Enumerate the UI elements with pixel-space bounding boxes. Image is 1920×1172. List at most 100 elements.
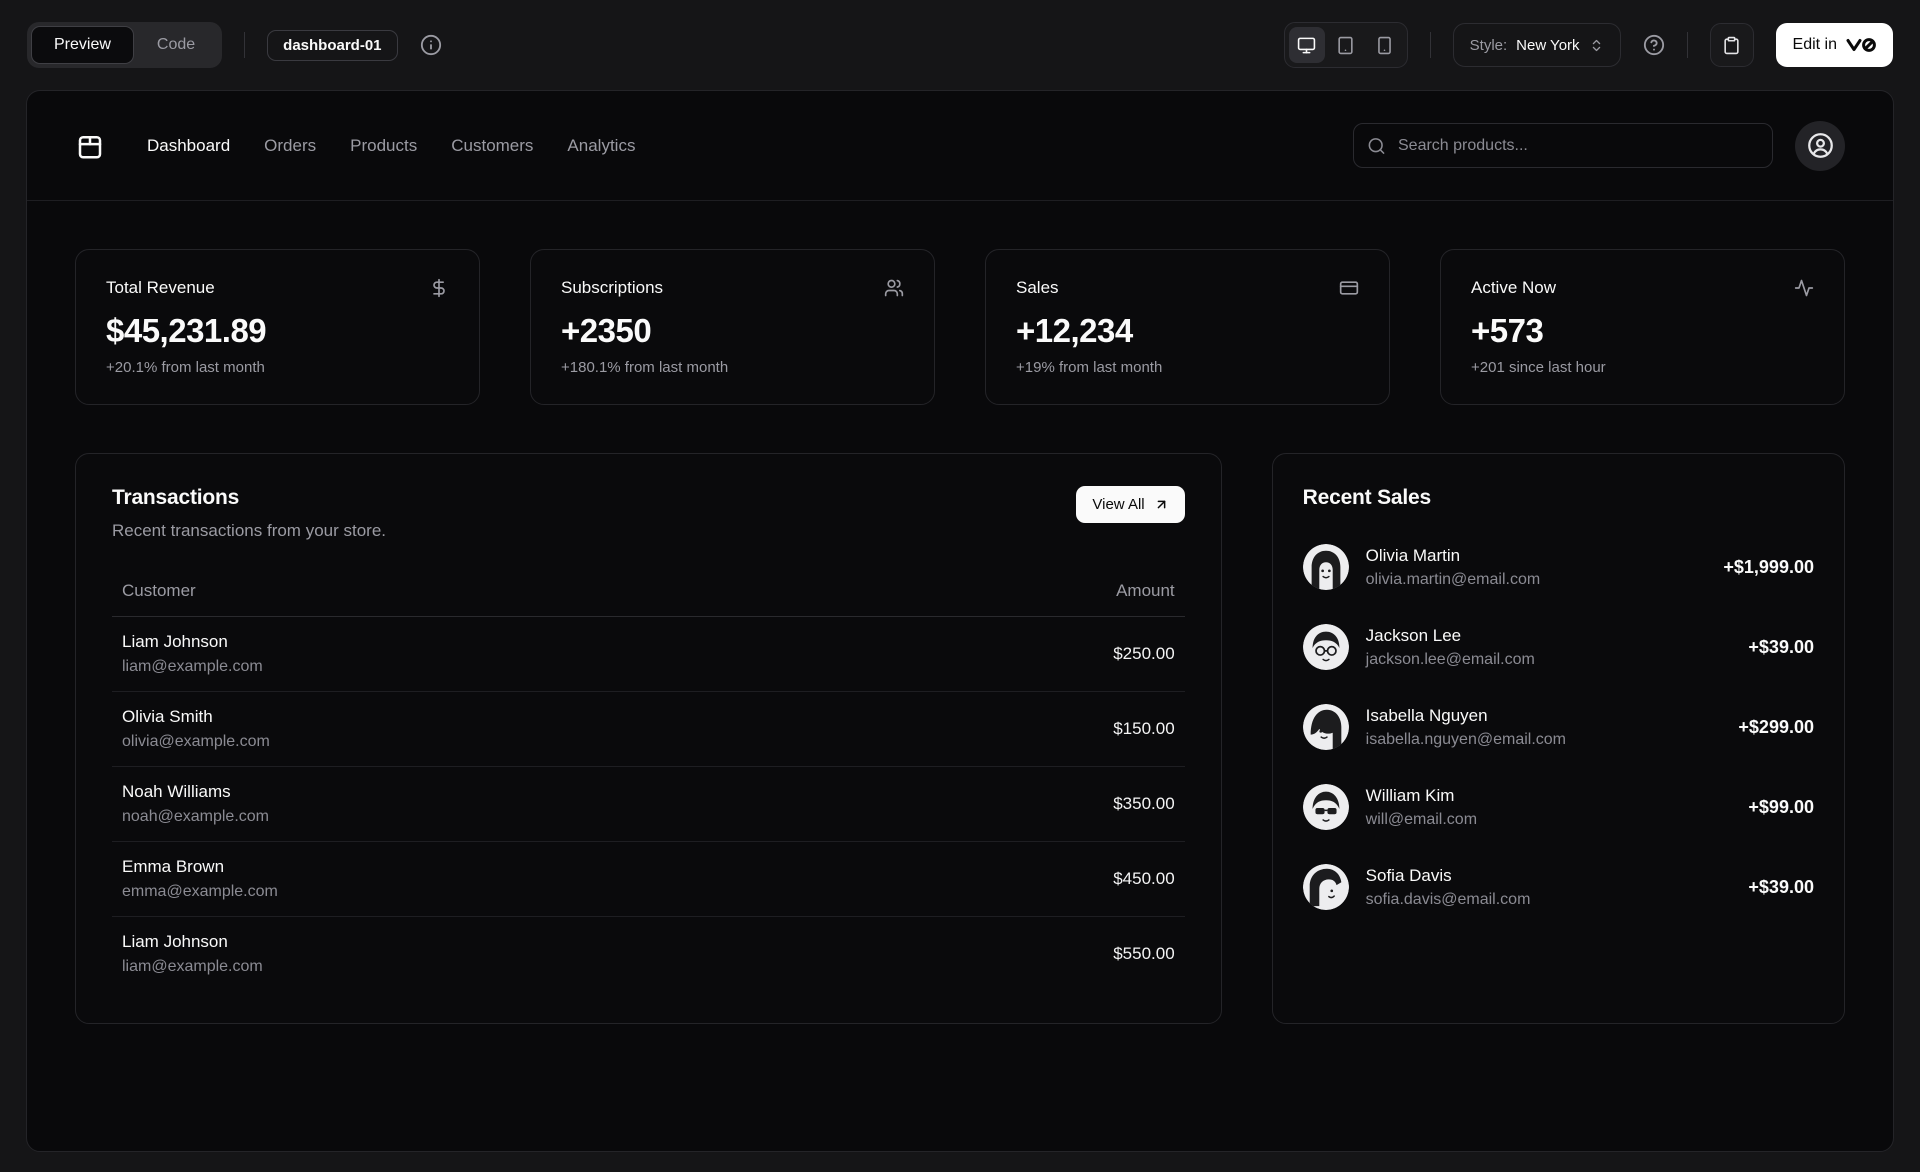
dashboard-header: Dashboard Orders Products Customers Anal… [27,91,1893,201]
edit-in-v0-button[interactable]: Edit in [1775,23,1893,67]
smartphone-icon[interactable] [1367,27,1403,63]
customer-name: Noah Williams [122,782,231,801]
stat-value: +12,234 [1016,312,1133,349]
table-row[interactable]: Olivia Smith olivia@example.com $150.00 [112,692,1185,767]
clipboard-icon [1722,36,1741,55]
avatar [1302,864,1349,910]
toolbar-divider [244,32,246,58]
nav-item-orders[interactable]: Orders [264,136,316,156]
transaction-amount: $450.00 [1113,869,1175,888]
stat-card-subscriptions: Subscriptions +2350 +180.1% from last mo… [530,249,935,405]
stat-value: +573 [1471,312,1544,349]
style-select[interactable]: Style: New York [1452,23,1621,67]
block-name-badge: dashboard-01 [267,29,398,61]
customer-email: noah@example.com [122,808,269,825]
stat-title: Active Now [1471,278,1557,297]
info-icon[interactable] [420,34,442,56]
bottom-row: Transactions Recent transactions from yo… [75,453,1845,1024]
toolbar-right: Style: New York Edit in [1283,22,1893,68]
circle-user-icon [1807,132,1834,159]
credit-card-icon [1339,278,1359,298]
help-icon[interactable] [1643,34,1665,56]
sale-customer-name: Isabella Nguyen [1365,705,1488,725]
toolbar-left: Preview Code dashboard-01 [27,22,442,68]
recent-sales-list: Olivia Martin olivia.martin@email.com +$… [1302,544,1814,910]
desktop-icon[interactable] [1288,27,1325,63]
dollar-sign-icon [429,278,449,298]
customer-name: Emma Brown [122,857,225,876]
list-item[interactable]: Sofia Davis sofia.davis@email.com +$39.0… [1302,864,1814,910]
code-tab[interactable]: Code [134,26,218,64]
stat-title: Sales [1016,278,1059,297]
customer-email: liam@example.com [122,658,263,675]
sale-customer-name: Olivia Martin [1365,545,1461,565]
dashboard-preview-panel: Dashboard Orders Products Customers Anal… [26,90,1894,1152]
arrow-up-right-icon [1154,497,1169,512]
stat-card-active-now: Active Now +573 +201 since last hour [1440,249,1845,405]
transaction-amount: $150.00 [1113,719,1175,738]
stat-title: Total Revenue [106,278,215,297]
main-nav: Dashboard Orders Products Customers Anal… [147,136,635,156]
tablet-icon[interactable] [1328,27,1364,63]
table-row[interactable]: Noah Williams noah@example.com $350.00 [112,767,1185,842]
search-input[interactable] [1353,123,1773,168]
avatar [1302,544,1349,590]
transaction-amount: $550.00 [1113,944,1175,963]
list-item[interactable]: William Kim will@email.com +$99.00 [1302,784,1814,830]
dashboard-content: Total Revenue $45,231.89 +20.1% from las… [27,201,1893,1072]
nav-item-customers[interactable]: Customers [451,136,533,156]
account-menu-button[interactable] [1795,120,1845,171]
nav-item-analytics[interactable]: Analytics [567,136,635,156]
stat-value: $45,231.89 [106,312,267,349]
store-logo-icon[interactable] [75,131,105,161]
style-select-label: Style: [1469,36,1508,54]
nav-item-products[interactable]: Products [350,136,417,156]
table-row[interactable]: Liam Johnson liam@example.com $550.00 [112,917,1185,991]
stat-change: +19% from last month [1016,359,1163,376]
toolbar-divider [1686,32,1688,58]
search-icon [1367,136,1386,155]
customer-name: Liam Johnson [122,632,228,651]
customer-email: olivia@example.com [122,733,270,750]
recent-sales-title: Recent Sales [1302,486,1432,509]
stat-change: +201 since last hour [1471,359,1606,376]
list-item[interactable]: Olivia Martin olivia.martin@email.com +$… [1302,544,1814,590]
copy-code-button[interactable] [1709,23,1754,67]
nav-item-dashboard[interactable]: Dashboard [147,136,230,156]
customer-email: liam@example.com [122,958,263,975]
transaction-amount: $350.00 [1113,794,1175,813]
sale-amount: +$299.00 [1738,716,1814,737]
stat-title: Subscriptions [561,278,664,297]
stat-change: +20.1% from last month [106,359,265,376]
sale-customer-email: olivia.martin@email.com [1365,570,1541,588]
sale-customer-email: sofia.davis@email.com [1365,890,1531,908]
sale-amount: +$1,999.00 [1723,556,1814,577]
table-row[interactable]: Emma Brown emma@example.com $450.00 [112,842,1185,917]
customer-name: Olivia Smith [122,707,213,726]
customer-email: emma@example.com [122,883,278,900]
sale-amount: +$99.00 [1748,796,1814,817]
view-all-button[interactable]: View All [1076,486,1185,523]
v0-logo-icon [1846,37,1876,53]
users-icon [884,278,904,298]
transaction-amount: $250.00 [1113,644,1175,663]
activity-icon [1794,278,1814,298]
stat-card-sales: Sales +12,234 +19% from last month [985,249,1390,405]
avatar [1302,704,1349,750]
list-item[interactable]: Jackson Lee jackson.lee@email.com +$39.0… [1302,624,1814,670]
sale-customer-email: jackson.lee@email.com [1365,650,1535,668]
stat-value: +2350 [561,312,652,349]
list-item[interactable]: Isabella Nguyen isabella.nguyen@email.co… [1302,704,1814,750]
view-all-label: View All [1092,496,1145,513]
customer-name: Liam Johnson [122,932,228,951]
device-size-toggle [1283,22,1408,68]
chevrons-up-down-icon [1589,38,1604,53]
sale-amount: +$39.00 [1748,636,1814,657]
search-box [1353,123,1773,168]
toolbar-divider [1429,32,1431,58]
sale-customer-email: will@email.com [1365,810,1478,828]
transactions-table: Customer Amount Liam Johnson liam@exampl… [112,575,1185,991]
table-row[interactable]: Liam Johnson liam@example.com $250.00 [112,617,1185,692]
column-header-customer: Customer [122,581,196,600]
preview-tab[interactable]: Preview [31,26,134,64]
